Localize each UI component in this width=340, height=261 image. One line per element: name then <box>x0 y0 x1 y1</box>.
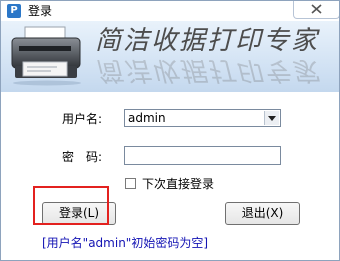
password-label: 密 码: <box>62 150 103 164</box>
dropdown-arrow-icon <box>268 116 276 121</box>
app-icon: P <box>7 4 21 18</box>
username-value: admin <box>128 111 166 125</box>
exit-button[interactable]: 退出(X) <box>225 202 300 225</box>
brand-banner: 简洁收据打印专家 简洁收据打印专家 <box>1 21 339 92</box>
close-button[interactable] <box>293 1 339 19</box>
initial-password-hint: [用户名"admin"初始密码为空] <box>42 236 209 250</box>
brand-title: 简洁收据打印专家 <box>95 26 320 56</box>
login-dialog: P 登录 简洁收据打印专家 简洁收据打印专家 用户名: admin 密 码: 下… <box>0 0 340 261</box>
close-icon <box>311 4 322 14</box>
password-input[interactable] <box>124 146 281 165</box>
username-label: 用户名: <box>62 112 103 126</box>
remember-login-label[interactable]: 下次直接登录 <box>142 176 214 192</box>
brand-title-reflection: 简洁收据打印专家 <box>95 55 320 85</box>
username-dropdown-button[interactable] <box>264 111 279 125</box>
printer-icon <box>11 26 81 86</box>
title-bar[interactable]: P 登录 <box>1 1 339 21</box>
login-button-highlight <box>33 186 109 225</box>
username-combobox[interactable]: admin <box>124 109 281 127</box>
window-title: 登录 <box>28 4 53 18</box>
remember-login-checkbox[interactable] <box>125 178 136 189</box>
